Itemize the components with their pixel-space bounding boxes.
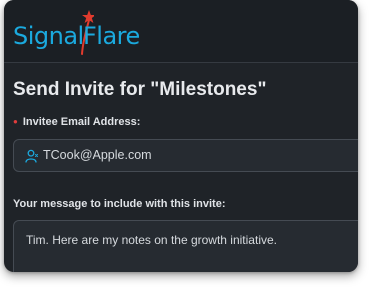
logo-word-flare: Flare: [83, 22, 140, 50]
email-label-text: Invitee Email Address:: [22, 116, 141, 128]
email-label: ● Invitee Email Address:: [13, 116, 140, 128]
message-label: Your message to include with this invite…: [13, 198, 226, 210]
message-value: Tim. Here are my notes on the growth ini…: [26, 233, 277, 247]
message-textarea[interactable]: Tim. Here are my notes on the growth ini…: [13, 220, 358, 272]
required-indicator-icon: ●: [13, 117, 18, 126]
email-value: TCook@Apple.com: [43, 148, 152, 162]
person-icon: [25, 149, 38, 163]
email-field[interactable]: TCook@Apple.com: [13, 139, 358, 172]
signal-flare-logo: Signal Flare: [13, 8, 153, 58]
header-bar: Signal Flare: [4, 0, 358, 63]
invite-dialog: Signal Flare Send Invite for "Milestones…: [4, 0, 358, 272]
page-title: Send Invite for "Milestones": [13, 79, 267, 100]
